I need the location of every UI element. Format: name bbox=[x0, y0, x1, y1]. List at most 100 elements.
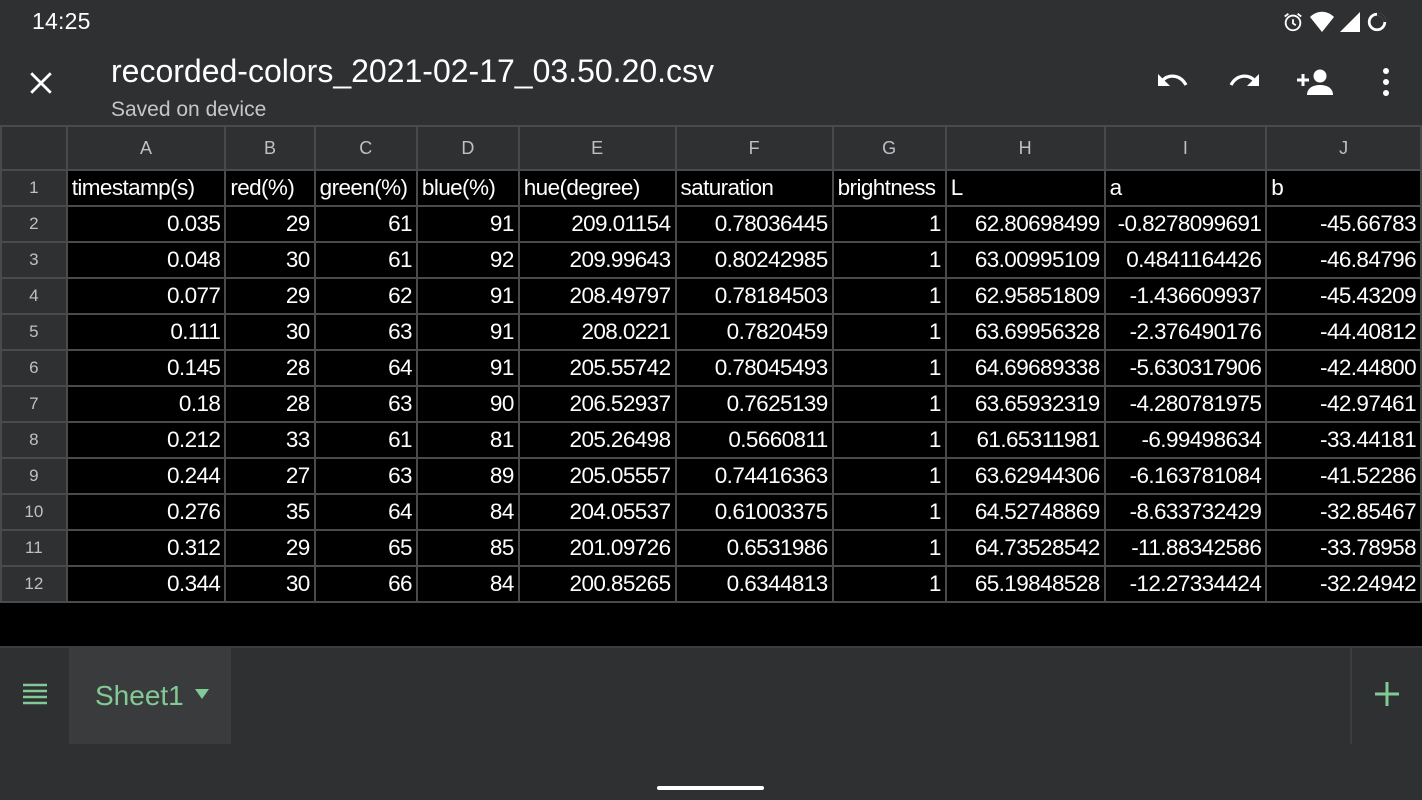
cell-i5[interactable]: -2.376490176 bbox=[1103, 313, 1268, 351]
cell-g12[interactable]: 1 bbox=[831, 565, 947, 603]
cell-c11[interactable]: 65 bbox=[313, 529, 418, 567]
cell-d7[interactable]: 90 bbox=[415, 385, 520, 423]
cell-c10[interactable]: 64 bbox=[313, 493, 418, 531]
cell-h7[interactable]: 63.65932319 bbox=[944, 385, 1106, 423]
cell-d10[interactable]: 84 bbox=[415, 493, 520, 531]
row-header[interactable]: 6 bbox=[0, 349, 68, 387]
cell-j5[interactable]: -44.40812 bbox=[1265, 313, 1422, 351]
cell-i1[interactable]: a bbox=[1103, 169, 1268, 207]
redo-button[interactable] bbox=[1222, 62, 1266, 106]
cell-d2[interactable]: 91 bbox=[415, 205, 520, 243]
cell-f12[interactable]: 0.6344813 bbox=[674, 565, 834, 603]
row-header[interactable]: 7 bbox=[0, 385, 68, 423]
cell-f6[interactable]: 0.78045493 bbox=[674, 349, 834, 387]
cell-i9[interactable]: -6.163781084 bbox=[1103, 457, 1268, 495]
cell-a9[interactable]: 0.244 bbox=[65, 457, 227, 495]
cell-g8[interactable]: 1 bbox=[831, 421, 947, 459]
cell-b9[interactable]: 27 bbox=[224, 457, 316, 495]
cell-e6[interactable]: 205.55742 bbox=[517, 349, 677, 387]
cell-h9[interactable]: 63.62944306 bbox=[944, 457, 1106, 495]
cell-d4[interactable]: 91 bbox=[415, 277, 520, 315]
column-header-j[interactable]: J bbox=[1265, 125, 1422, 171]
cell-j10[interactable]: -32.85467 bbox=[1265, 493, 1422, 531]
cell-c5[interactable]: 63 bbox=[313, 313, 418, 351]
cell-d1[interactable]: blue(%) bbox=[415, 169, 520, 207]
cell-d12[interactable]: 84 bbox=[415, 565, 520, 603]
cell-h8[interactable]: 61.65311981 bbox=[944, 421, 1106, 459]
cell-f11[interactable]: 0.6531986 bbox=[674, 529, 834, 567]
cell-b12[interactable]: 30 bbox=[224, 565, 316, 603]
cell-j4[interactable]: -45.43209 bbox=[1265, 277, 1422, 315]
cell-h4[interactable]: 62.95851809 bbox=[944, 277, 1106, 315]
cell-h10[interactable]: 64.52748869 bbox=[944, 493, 1106, 531]
caret-down-icon[interactable] bbox=[194, 687, 210, 705]
cell-j6[interactable]: -42.44800 bbox=[1265, 349, 1422, 387]
cell-f1[interactable]: saturation bbox=[674, 169, 834, 207]
column-header-b[interactable]: B bbox=[224, 125, 316, 171]
cell-j7[interactable]: -42.97461 bbox=[1265, 385, 1422, 423]
cell-e12[interactable]: 200.85265 bbox=[517, 565, 677, 603]
cell-j1[interactable]: b bbox=[1265, 169, 1422, 207]
cell-g3[interactable]: 1 bbox=[831, 241, 947, 279]
column-header-c[interactable]: C bbox=[313, 125, 418, 171]
cell-h12[interactable]: 65.19848528 bbox=[944, 565, 1106, 603]
cell-g1[interactable]: brightness bbox=[831, 169, 947, 207]
row-header[interactable]: 3 bbox=[0, 241, 68, 279]
cell-e11[interactable]: 201.09726 bbox=[517, 529, 677, 567]
cell-e4[interactable]: 208.49797 bbox=[517, 277, 677, 315]
row-header[interactable]: 1 bbox=[0, 169, 68, 207]
cell-h11[interactable]: 64.73528542 bbox=[944, 529, 1106, 567]
cell-h1[interactable]: L bbox=[944, 169, 1106, 207]
cell-g7[interactable]: 1 bbox=[831, 385, 947, 423]
cell-g6[interactable]: 1 bbox=[831, 349, 947, 387]
cell-f2[interactable]: 0.78036445 bbox=[674, 205, 834, 243]
cell-i12[interactable]: -12.27334424 bbox=[1103, 565, 1268, 603]
cell-g11[interactable]: 1 bbox=[831, 529, 947, 567]
cell-f3[interactable]: 0.80242985 bbox=[674, 241, 834, 279]
cell-j9[interactable]: -41.52286 bbox=[1265, 457, 1422, 495]
cell-g9[interactable]: 1 bbox=[831, 457, 947, 495]
cell-e2[interactable]: 209.01154 bbox=[517, 205, 677, 243]
cell-c3[interactable]: 61 bbox=[313, 241, 418, 279]
row-header[interactable]: 12 bbox=[0, 565, 68, 603]
cell-b5[interactable]: 30 bbox=[224, 313, 316, 351]
cell-f5[interactable]: 0.7820459 bbox=[674, 313, 834, 351]
column-header-a[interactable]: A bbox=[65, 125, 227, 171]
row-header[interactable]: 4 bbox=[0, 277, 68, 315]
column-header-e[interactable]: E bbox=[517, 125, 677, 171]
cell-j3[interactable]: -46.84796 bbox=[1265, 241, 1422, 279]
cell-a10[interactable]: 0.276 bbox=[65, 493, 227, 531]
cell-a2[interactable]: 0.035 bbox=[65, 205, 227, 243]
cell-f4[interactable]: 0.78184503 bbox=[674, 277, 834, 315]
cell-a3[interactable]: 0.048 bbox=[65, 241, 227, 279]
cell-a12[interactable]: 0.344 bbox=[65, 565, 227, 603]
cell-c1[interactable]: green(%) bbox=[313, 169, 418, 207]
cell-a5[interactable]: 0.111 bbox=[65, 313, 227, 351]
cell-c4[interactable]: 62 bbox=[313, 277, 418, 315]
undo-button[interactable] bbox=[1151, 62, 1195, 106]
cell-i7[interactable]: -4.280781975 bbox=[1103, 385, 1268, 423]
cell-d9[interactable]: 89 bbox=[415, 457, 520, 495]
cell-b3[interactable]: 30 bbox=[224, 241, 316, 279]
cell-e7[interactable]: 206.52937 bbox=[517, 385, 677, 423]
cell-g4[interactable]: 1 bbox=[831, 277, 947, 315]
cell-j2[interactable]: -45.66783 bbox=[1265, 205, 1422, 243]
cell-b1[interactable]: red(%) bbox=[224, 169, 316, 207]
more-options-button[interactable] bbox=[1364, 62, 1408, 106]
cell-i2[interactable]: -0.8278099691 bbox=[1103, 205, 1268, 243]
row-header[interactable]: 8 bbox=[0, 421, 68, 459]
cell-i3[interactable]: 0.4841164426 bbox=[1103, 241, 1268, 279]
row-header[interactable]: 2 bbox=[0, 205, 68, 243]
home-indicator[interactable] bbox=[657, 786, 764, 790]
cell-a11[interactable]: 0.312 bbox=[65, 529, 227, 567]
cell-c6[interactable]: 64 bbox=[313, 349, 418, 387]
add-sheet-button[interactable] bbox=[1350, 648, 1422, 744]
cell-i6[interactable]: -5.630317906 bbox=[1103, 349, 1268, 387]
column-header-g[interactable]: G bbox=[831, 125, 947, 171]
cell-e10[interactable]: 204.05537 bbox=[517, 493, 677, 531]
row-header[interactable]: 5 bbox=[0, 313, 68, 351]
column-header-i[interactable]: I bbox=[1103, 125, 1268, 171]
cell-h2[interactable]: 62.80698499 bbox=[944, 205, 1106, 243]
cell-f8[interactable]: 0.5660811 bbox=[674, 421, 834, 459]
cell-d5[interactable]: 91 bbox=[415, 313, 520, 351]
